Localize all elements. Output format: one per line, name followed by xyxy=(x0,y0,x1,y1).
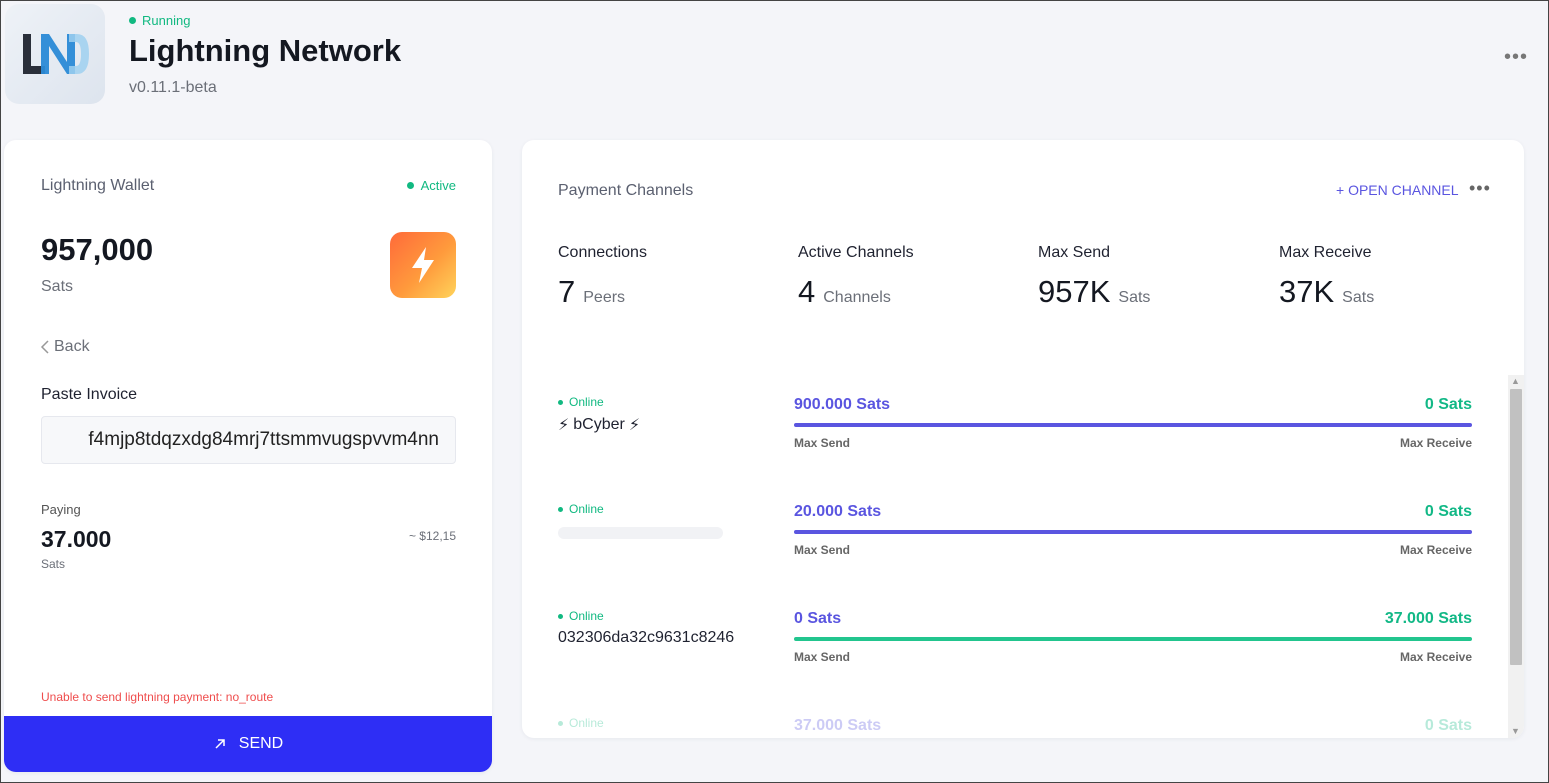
open-channel-button[interactable]: + OPEN CHANNEL xyxy=(1336,182,1459,198)
max-receive-label: Max Receive xyxy=(1399,543,1472,557)
channel-list-scrollbar[interactable]: ▲ ▼ xyxy=(1508,375,1524,738)
max-send-label: Max Send xyxy=(794,436,851,450)
lightning-emoji-icon: ⚡ xyxy=(628,417,641,434)
stat-unit: Peers xyxy=(583,289,626,306)
stat-max-receive: Max Receive 37K Sats xyxy=(1279,244,1374,310)
arrow-up-right-icon xyxy=(215,739,225,749)
send-label: SEND xyxy=(238,735,284,752)
stat-label: Max Send xyxy=(1038,244,1111,261)
max-send-label: Max Send xyxy=(794,543,851,557)
paying-amount: 37.000 xyxy=(41,526,112,552)
more-options-icon[interactable]: ••• xyxy=(1504,46,1528,69)
channel-status: Online xyxy=(558,395,604,409)
channel-status-label: Online xyxy=(569,716,604,730)
stat-label: Connections xyxy=(558,244,647,261)
channel-balance-bar xyxy=(794,423,1472,427)
stat-active-channels: Active Channels 4 Channels xyxy=(798,244,914,310)
channel-status-label: Online xyxy=(569,502,604,516)
stat-value: 957K xyxy=(1038,274,1111,309)
scrollbar-thumb[interactable] xyxy=(1510,389,1522,665)
channel-alias: 032306da32c9631c8246 xyxy=(558,629,734,647)
wallet-title: Lightning Wallet xyxy=(41,177,155,194)
chevron-left-icon xyxy=(40,340,49,354)
status-dot-icon xyxy=(558,720,563,726)
channel-balance-bar xyxy=(794,530,1472,534)
app-logo xyxy=(5,4,105,104)
payment-channels-card: Payment Channels + OPEN CHANNEL ••• Conn… xyxy=(522,140,1524,738)
channel-alias-label: bCyber xyxy=(573,416,625,433)
max-receive-label: Max Receive xyxy=(1399,650,1472,664)
back-label: Back xyxy=(54,338,90,355)
channel-row[interactable]: Online ⚡ bCyber ⚡ 900.000 Sats 0 Sats Ma… xyxy=(522,375,1524,475)
channel-balance-bar xyxy=(794,637,1472,641)
stat-max-send: Max Send 957K Sats xyxy=(1038,244,1150,310)
channel-balance-fill xyxy=(794,423,1472,427)
scroll-down-icon[interactable]: ▼ xyxy=(1511,726,1520,736)
stat-value: 4 xyxy=(798,274,816,309)
lightning-emoji-icon: ⚡ xyxy=(558,417,570,434)
channel-send-amount: 900.000 Sats xyxy=(794,396,891,413)
channel-send-amount: 37.000 Sats xyxy=(794,717,882,734)
channel-row[interactable]: Online 032306da32c9631c8246 0 Sats 37.00… xyxy=(522,589,1524,689)
stat-value: 7 xyxy=(558,274,576,309)
app-version: v0.11.1-beta xyxy=(129,79,217,96)
error-message: Unable to send lightning payment: no_rou… xyxy=(41,690,274,704)
stat-label: Active Channels xyxy=(798,244,914,261)
channel-status-label: Online xyxy=(569,609,604,623)
max-receive-label: Max Receive xyxy=(1399,436,1472,450)
send-button[interactable]: SEND xyxy=(4,716,492,772)
stat-unit: Channels xyxy=(823,289,891,306)
channel-status-label: Online xyxy=(569,395,604,409)
channel-row[interactable]: Online 37.000 Sats 0 Sats xyxy=(522,696,1524,738)
paying-fiat: ~ $12,15 xyxy=(408,529,456,543)
max-send-label: Max Send xyxy=(794,650,851,664)
status-dot-icon xyxy=(558,399,563,405)
lightning-wallet-card: Lightning Wallet Active 957,000 Sats Bac… xyxy=(4,140,492,772)
wallet-status: Active xyxy=(406,178,456,193)
status-dot-icon xyxy=(558,613,563,619)
channels-title: Payment Channels xyxy=(558,182,694,199)
paste-invoice-label: Paste Invoice xyxy=(41,386,138,403)
app-status: Running xyxy=(129,13,190,28)
channel-alias: ⚡ bCyber ⚡ xyxy=(558,415,640,435)
wallet-status-label: Active xyxy=(420,178,456,193)
channel-send-amount: 0 Sats xyxy=(794,610,842,627)
channel-status: Online xyxy=(558,502,604,516)
channel-send-amount: 20.000 Sats xyxy=(794,503,882,520)
channel-balance-fill xyxy=(794,530,1472,534)
paying-unit: Sats xyxy=(41,557,66,571)
more-options-icon[interactable]: ••• xyxy=(1469,178,1491,199)
channel-row[interactable]: Online 20.000 Sats 0 Sats Max Send Max R… xyxy=(522,482,1524,582)
channel-status: Online xyxy=(558,609,604,623)
invoice-input[interactable] xyxy=(41,416,456,464)
channel-receive-amount: 0 Sats xyxy=(1424,717,1472,734)
lnd-logo-icon xyxy=(23,34,89,74)
stat-unit: Sats xyxy=(1342,289,1375,306)
stat-value: 37K xyxy=(1279,274,1335,309)
channel-receive-amount: 0 Sats xyxy=(1424,396,1472,413)
channel-status: Online xyxy=(558,716,604,730)
status-dot-icon xyxy=(558,506,563,512)
app-status-label: Running xyxy=(142,13,191,28)
wallet-balance-unit: Sats xyxy=(41,278,74,295)
scroll-up-icon[interactable]: ▲ xyxy=(1511,376,1520,386)
status-dot-icon xyxy=(406,182,414,189)
channel-list[interactable]: Online ⚡ bCyber ⚡ 900.000 Sats 0 Sats Ma… xyxy=(522,375,1524,738)
page-title: Lightning Network xyxy=(129,33,402,68)
stat-connections: Connections 7 Peers xyxy=(558,244,647,310)
status-dot-icon xyxy=(129,17,136,24)
channel-alias-placeholder xyxy=(558,527,723,539)
channel-receive-amount: 37.000 Sats xyxy=(1384,610,1472,627)
stat-unit: Sats xyxy=(1118,289,1151,306)
paying-label: Paying xyxy=(41,502,81,517)
channel-receive-amount: 0 Sats xyxy=(1424,503,1472,520)
back-button[interactable]: Back xyxy=(40,338,90,356)
lightning-bolt-icon xyxy=(390,232,456,298)
stat-label: Max Receive xyxy=(1279,244,1372,261)
channel-alias-label: 032306da32c9631c8246 xyxy=(558,629,735,646)
wallet-balance: 957,000 xyxy=(41,232,154,267)
